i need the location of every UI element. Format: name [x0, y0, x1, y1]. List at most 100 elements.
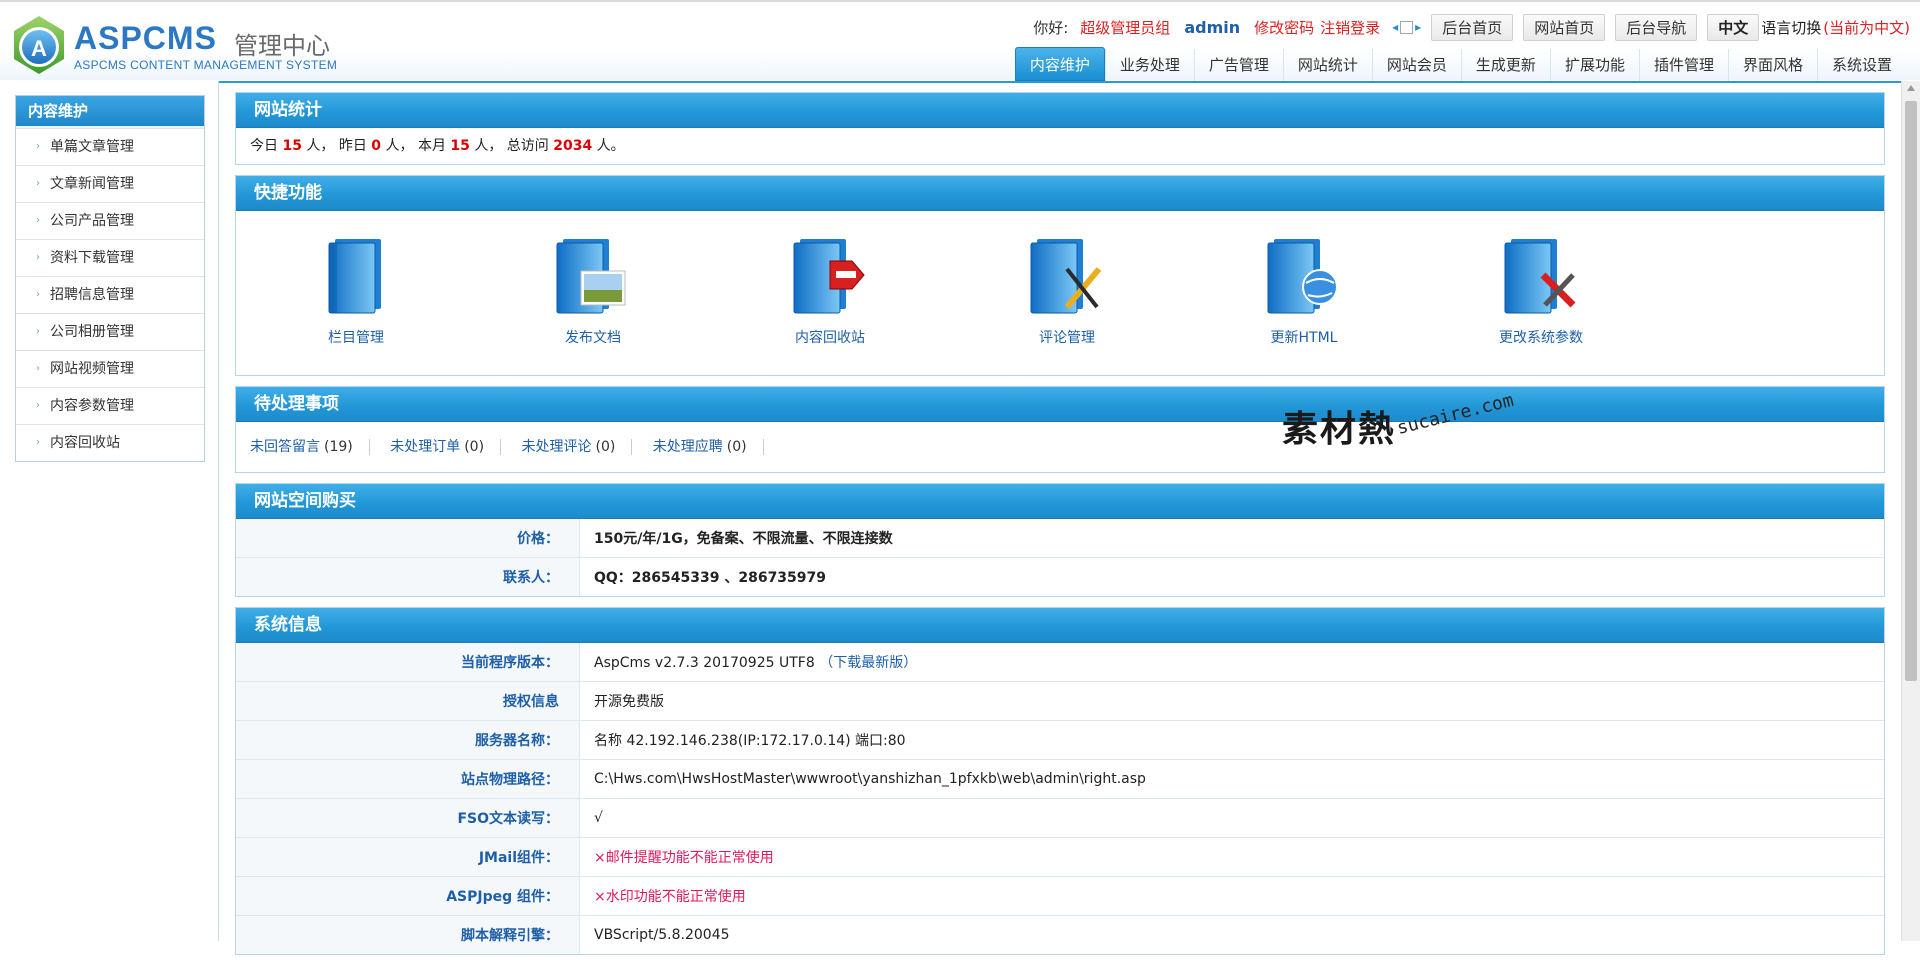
top-user-bar: 你好: 超级管理员组 admin 修改密码 注销登录 ◂ ▸ 后台首页 网站首页… — [1033, 13, 1910, 41]
panel-site-stats: 网站统计 今日 15 人， 昨日 0 人， 本月 15 人， 总访问 2034 … — [235, 92, 1885, 165]
bullet-icon: › — [36, 437, 40, 448]
sidebar-item-params[interactable]: › 内容参数管理 — [16, 387, 204, 424]
arrow-left-icon[interactable]: ◂ — [1392, 20, 1398, 34]
site-home-button[interactable]: 网站首页 — [1523, 13, 1606, 41]
watermark-cn: 素材熱 — [1282, 409, 1397, 450]
contact-label: 联系人： — [236, 557, 580, 596]
panel-quick-functions: 快捷功能 栏目管理 发布文档 内容回收站 评论管理 更新HTML 更改系统参数 — [235, 175, 1885, 376]
folder-delete-icon — [793, 239, 865, 314]
quick-label[interactable]: 更改系统参数 — [1441, 327, 1641, 347]
sidebar-title: 内容维护 — [16, 96, 204, 128]
language-switch-label: 语言切换 — [1761, 18, 1822, 37]
quick-grid: 栏目管理 发布文档 内容回收站 评论管理 更新HTML 更改系统参数 — [236, 211, 1884, 375]
quick-label[interactable]: 更新HTML — [1204, 327, 1404, 347]
table-row: 联系人： QQ：286545339 、286735979 — [236, 557, 1884, 596]
row-label: JMail组件： — [236, 837, 580, 877]
main-nav: 内容维护 业务处理 广告管理 网站统计 网站会员 生成更新 扩展功能 插件管理 … — [1014, 47, 1906, 81]
pending-item: 未处理应聘 (0) — [653, 439, 764, 455]
panel-toggle[interactable]: ◂ ▸ — [1392, 20, 1421, 34]
pending-comments-link[interactable]: 未处理评论 — [522, 439, 592, 455]
quick-label[interactable]: 发布文档 — [493, 327, 693, 347]
quick-recycle-bin[interactable]: 内容回收站 — [730, 235, 930, 347]
tab-content-maintenance[interactable]: 内容维护 — [1014, 47, 1105, 81]
logout-link[interactable]: 注销登录 — [1320, 17, 1380, 38]
tab-generate[interactable]: 生成更新 — [1460, 49, 1550, 81]
change-password-link[interactable]: 修改密码 — [1254, 17, 1314, 38]
tab-plugins[interactable]: 插件管理 — [1638, 49, 1728, 81]
scrollbar[interactable] — [1901, 81, 1920, 941]
sidebar-item-albums[interactable]: › 公司相册管理 — [16, 313, 204, 350]
tab-members[interactable]: 网站会员 — [1371, 49, 1461, 81]
sidebar-item-news[interactable]: › 文章新闻管理 — [16, 165, 204, 202]
admin-nav-button[interactable]: 后台导航 — [1615, 13, 1698, 41]
panel-system-info: 系统信息 当前程序版本： AspCms v2.7.3 20170925 UTF8 … — [235, 607, 1885, 955]
language-chinese-button[interactable]: 中文 — [1707, 13, 1760, 41]
sidebar-item-label: 公司产品管理 — [50, 213, 134, 229]
admin-home-button[interactable]: 后台首页 — [1431, 13, 1514, 41]
row-label: ASPJpeg 组件： — [236, 876, 580, 916]
price-label: 价格： — [236, 519, 580, 558]
tab-settings[interactable]: 系统设置 — [1816, 49, 1906, 81]
folder-icon — [328, 239, 381, 314]
contact-value: QQ：286545339 、286735979 — [579, 557, 1884, 596]
sidebar-item-videos[interactable]: › 网站视频管理 — [16, 350, 204, 387]
row-value: AspCms v2.7.3 20170925 UTF8 （下载最新版） — [580, 643, 1885, 682]
bullet-icon: › — [36, 141, 40, 152]
quick-system-params[interactable]: 更改系统参数 — [1441, 235, 1641, 347]
tab-extensions[interactable]: 扩展功能 — [1549, 49, 1639, 81]
toggle-square-icon[interactable] — [1400, 20, 1414, 34]
bullet-icon: › — [36, 289, 40, 300]
quick-label[interactable]: 栏目管理 — [256, 327, 456, 347]
row-value: C:\Hws.com\HwsHostMaster\wwwroot\yanshiz… — [579, 759, 1884, 799]
sidebar-item-recycle[interactable]: › 内容回收站 — [16, 424, 204, 461]
logo[interactable]: A ASPCMS 管理中心 ASPCMS CONTENT MANAGEMENT … — [10, 12, 340, 78]
pending-item: 未回答留言 (19) — [250, 439, 370, 455]
tab-business[interactable]: 业务处理 — [1104, 49, 1194, 81]
pending-messages-link[interactable]: 未回答留言 — [250, 439, 320, 455]
label-end: 人。 — [596, 138, 625, 154]
arrow-right-icon[interactable]: ▸ — [1415, 20, 1421, 34]
quick-comments[interactable]: 评论管理 — [967, 235, 1167, 347]
current-language: (当前为中文) — [1823, 18, 1910, 37]
pending-count: (0) — [595, 439, 616, 455]
quick-publish-doc[interactable]: 发布文档 — [493, 235, 693, 347]
row-label: 脚本解释引擎： — [236, 915, 580, 954]
row-value: VBScript/5.8.20045 — [579, 915, 1884, 954]
user-role-link[interactable]: 超级管理员组 — [1080, 17, 1170, 38]
quick-label[interactable]: 内容回收站 — [730, 327, 930, 347]
pending-orders-link[interactable]: 未处理订单 — [390, 439, 460, 455]
sidebar-item-downloads[interactable]: › 资料下载管理 — [16, 239, 204, 276]
price-value: 150元/年/1G，免备案、不限流量、不限连接数 — [594, 531, 893, 547]
pending-item: 未处理订单 (0) — [390, 439, 502, 455]
system-info-table: 当前程序版本： AspCms v2.7.3 20170925 UTF8 （下载最新… — [236, 643, 1884, 954]
pending-applications-link[interactable]: 未处理应聘 — [653, 439, 723, 455]
quick-column-manage[interactable]: 栏目管理 — [256, 235, 456, 347]
row-value: 开源免费版 — [579, 681, 1884, 721]
sidebar-item-label: 内容回收站 — [50, 435, 120, 451]
download-latest-link[interactable]: （下载最新版） — [819, 655, 917, 671]
sidebar-item-products[interactable]: › 公司产品管理 — [16, 202, 204, 239]
tab-ads[interactable]: 广告管理 — [1193, 49, 1283, 81]
label-today: 今日 — [250, 138, 278, 154]
bullet-icon: › — [36, 215, 40, 226]
brand-cn: 管理中心 — [234, 32, 330, 60]
sidebar-item-jobs[interactable]: › 招聘信息管理 — [16, 276, 204, 313]
panel-title: 网站空间购买 — [236, 484, 1884, 519]
count-total: 2034 — [553, 138, 593, 154]
panel-title: 待处理事项 — [236, 387, 1884, 422]
pending-count: (0) — [464, 439, 485, 455]
sidebar-item-single-article[interactable]: › 单篇文章管理 — [16, 128, 204, 165]
sidebar-item-label: 单篇文章管理 — [50, 139, 134, 155]
scroll-up-icon[interactable] — [1907, 85, 1915, 91]
quick-update-html[interactable]: 更新HTML — [1204, 235, 1404, 347]
label-month: 人， 本月 — [385, 138, 446, 154]
sidebar-item-label: 内容参数管理 — [50, 398, 134, 414]
tab-style[interactable]: 界面风格 — [1727, 49, 1817, 81]
count-month: 15 — [450, 138, 470, 154]
quick-label[interactable]: 评论管理 — [967, 327, 1167, 347]
scrollbar-thumb[interactable] — [1905, 101, 1917, 681]
hosting-table: 价格： 150元/年/1G，免备案、不限流量、不限连接数 联系人： QQ：286… — [236, 519, 1884, 596]
table-row: FSO文本读写： √ — [236, 798, 1884, 838]
tab-statistics[interactable]: 网站统计 — [1282, 49, 1372, 81]
table-row: JMail组件： ×邮件提醒功能不能正常使用 — [236, 837, 1884, 877]
